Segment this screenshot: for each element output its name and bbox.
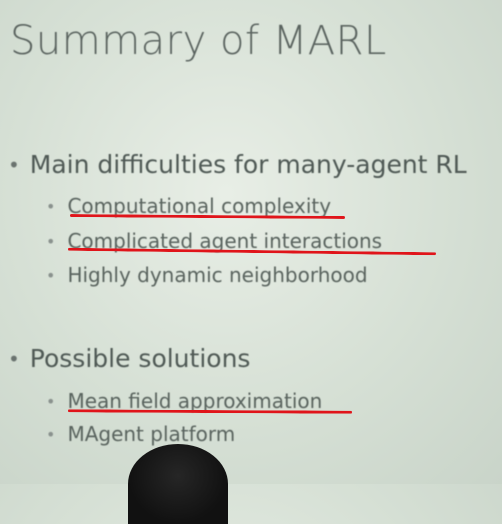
bullet-icon: • <box>46 265 56 285</box>
list-item-text: Highly dynamic neighborhood <box>67 263 368 287</box>
list-item-highly-dynamic-neighborhood: • Highly dynamic neighborhood <box>46 263 368 287</box>
bullet-icon: • <box>46 424 56 444</box>
bullet-icon: • <box>46 231 56 251</box>
bullet-icon: • <box>8 346 20 371</box>
list-item-text: MAgent platform <box>67 422 236 446</box>
slide-title: Summary of MARL <box>10 18 387 64</box>
bullet-icon: • <box>46 196 56 216</box>
section-heading-text: Main difficulties for many-agent RL <box>29 150 467 179</box>
bullet-icon: • <box>8 152 20 177</box>
section-heading-solutions: • Possible solutions <box>8 344 250 373</box>
list-item-magent-platform: • MAgent platform <box>46 422 235 446</box>
section-heading-text: Possible solutions <box>29 344 251 373</box>
section-heading-difficulties: • Main difficulties for many-agent RL <box>8 150 467 179</box>
presenter-head-silhouette <box>128 444 228 524</box>
bullet-icon: • <box>46 391 56 411</box>
